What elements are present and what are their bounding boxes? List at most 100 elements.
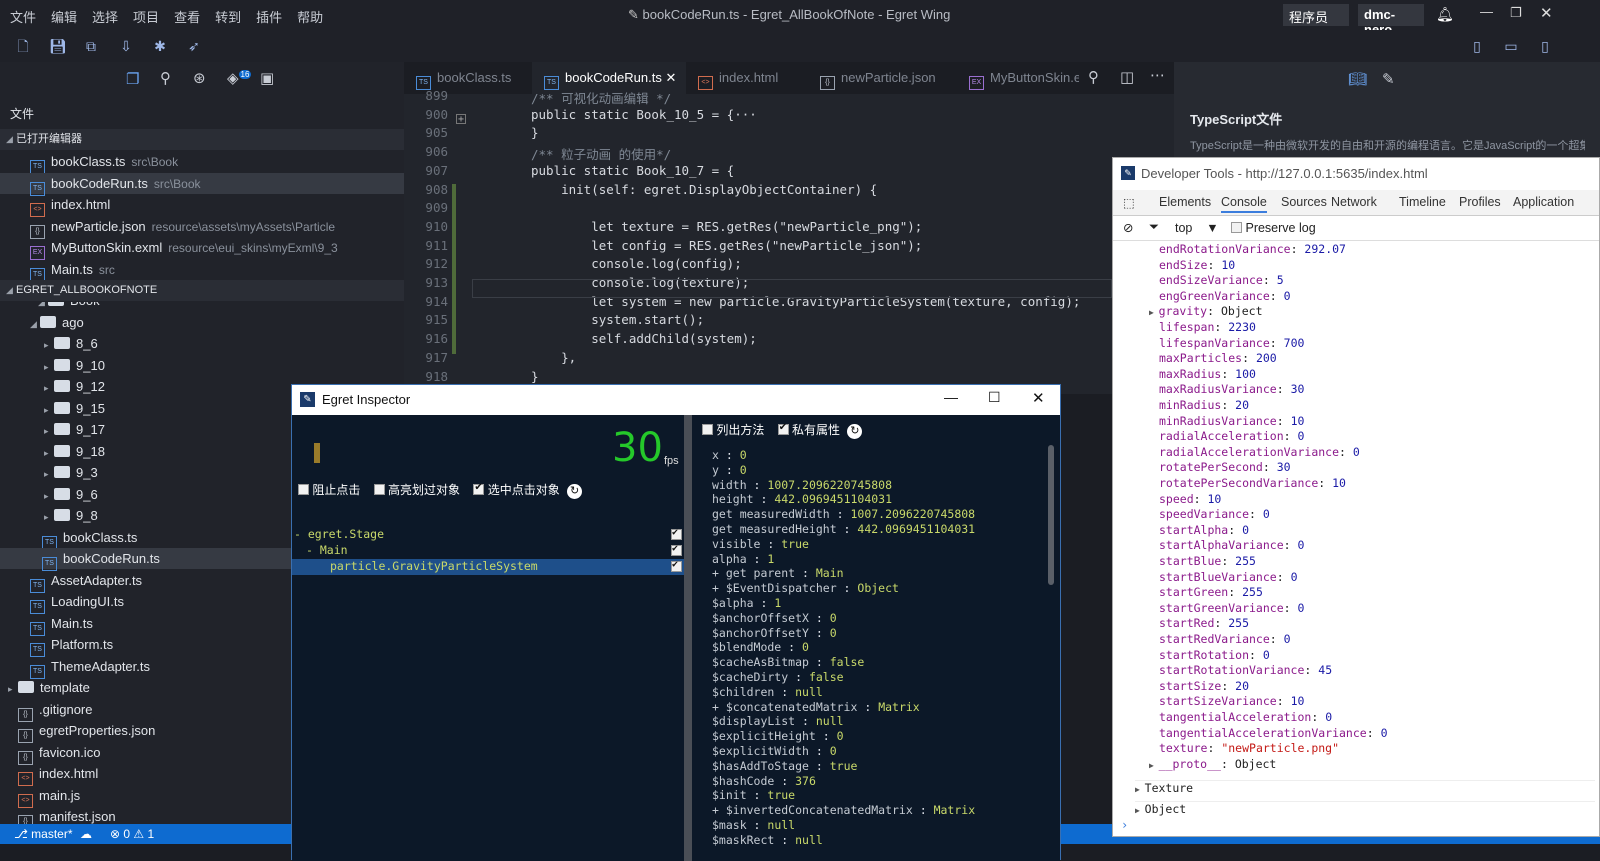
restore-icon[interactable]: ❐ xyxy=(1510,5,1522,21)
property-row[interactable]: height : 442.0969451104031 xyxy=(712,492,892,506)
expand-icon[interactable]: ▶ xyxy=(1149,308,1159,317)
property-row[interactable]: $anchorOffsetX : 0 xyxy=(712,611,837,625)
console-entry[interactable]: ▶ Object xyxy=(1135,800,1595,816)
clear-icon[interactable]: ⊘ xyxy=(1123,220,1133,235)
user-button[interactable]: dmc-nero xyxy=(1358,4,1424,37)
close-icon[interactable]: ✕ xyxy=(1540,4,1553,22)
property-row[interactable]: visible : true xyxy=(712,537,809,551)
console-property[interactable]: maxParticles: 200 xyxy=(1159,351,1277,365)
console-property[interactable]: lifespanVariance: 700 xyxy=(1159,336,1304,350)
debug-view-icon[interactable]: ▣ xyxy=(260,69,274,87)
menu-item[interactable]: 转到 xyxy=(215,7,241,26)
editor-tab[interactable]: EX MyButtonSkin.exml xyxy=(957,62,1079,94)
property-row[interactable]: alpha : 1 xyxy=(712,552,774,566)
list-methods-checkbox[interactable] xyxy=(702,424,713,435)
property-row[interactable]: $displayList : null xyxy=(712,714,844,728)
console-property[interactable]: startRotation: 0 xyxy=(1159,648,1270,662)
search-icon[interactable]: ⚲ xyxy=(160,69,171,87)
inspector-tree-node[interactable]: - egret.Stage xyxy=(292,527,684,543)
console-property[interactable]: radialAccelerationVariance: 0 xyxy=(1159,445,1360,459)
console-property[interactable]: startSizeVariance: 10 xyxy=(1159,694,1304,708)
property-row[interactable]: $hashCode : 376 xyxy=(712,774,816,788)
expand-icon[interactable]: ▶ xyxy=(1135,785,1145,794)
property-row[interactable]: $explicitWidth : 0 xyxy=(712,744,837,758)
console-property[interactable]: engGreenVariance: 0 xyxy=(1159,289,1291,303)
toggle-sidebar-icon[interactable]: ▯ xyxy=(1469,38,1485,54)
property-row[interactable]: y : 0 xyxy=(712,463,747,477)
tree-item[interactable]: ▸ 9_18 xyxy=(0,441,291,462)
splitter[interactable] xyxy=(684,415,692,861)
toggle-panel-icon[interactable]: ▭ xyxy=(1503,38,1519,54)
private-props-checkbox[interactable] xyxy=(777,422,789,435)
brush-icon[interactable]: ✎ xyxy=(1382,70,1395,88)
publish-icon[interactable]: ⇩ xyxy=(118,38,134,54)
console-entry[interactable]: ▶ Texture xyxy=(1135,780,1595,795)
git-icon[interactable]: ⊛ xyxy=(193,69,206,87)
split-editor-icon[interactable]: ◫ xyxy=(1120,68,1134,86)
console-property[interactable]: startRed: 255 xyxy=(1159,616,1249,630)
run-icon[interactable]: ➶ xyxy=(186,38,202,54)
open-editor-item[interactable]: TS bookClass.ts src\Book xyxy=(0,151,404,174)
property-row[interactable]: + $concatenatedMatrix : Matrix xyxy=(712,700,920,714)
open-editor-item[interactable]: TS Main.ts src xyxy=(0,259,404,282)
console-property[interactable]: startBlue: 255 xyxy=(1159,554,1256,568)
console-property[interactable]: texture: "newParticle.png" xyxy=(1159,741,1339,755)
tree-item[interactable]: ▸ 9_15 xyxy=(0,398,291,419)
preserve-log[interactable]: Preserve log xyxy=(1231,221,1316,235)
property-row[interactable]: $cacheDirty : false xyxy=(712,670,844,684)
console-property[interactable]: startRotationVariance: 45 xyxy=(1159,663,1332,677)
expand-icon[interactable]: ▶ xyxy=(1135,806,1145,815)
property-row[interactable]: width : 1007.2096220745808 xyxy=(712,478,892,492)
console-prompt[interactable]: › xyxy=(1121,818,1128,832)
menu-item[interactable]: 选择 xyxy=(92,7,118,26)
property-row[interactable]: $init : true xyxy=(712,788,795,802)
new-file-icon[interactable]: 🗋︎ xyxy=(15,38,31,54)
tree-item[interactable]: TS AssetAdapter.ts xyxy=(0,570,291,593)
bell-icon[interactable]: 🔔︎ xyxy=(1436,6,1454,23)
console-property[interactable]: rotatePerSecondVariance: 10 xyxy=(1159,476,1346,490)
property-row[interactable]: + get parent : Main xyxy=(712,566,844,580)
devtools-tab[interactable]: Profiles xyxy=(1459,195,1501,209)
tree-item[interactable]: ▸ 9_17 xyxy=(0,419,291,440)
console-property[interactable]: maxRadiusVariance: 30 xyxy=(1159,382,1304,396)
menu-item[interactable]: 查看 xyxy=(174,7,200,26)
fold-icon[interactable]: + xyxy=(456,114,466,125)
console-property[interactable]: ▶ gravity: Object xyxy=(1149,304,1263,318)
role-dropdown[interactable]: 程序员 ▼ xyxy=(1283,4,1349,41)
console-property[interactable]: ▶ __proto__: Object xyxy=(1149,757,1276,771)
property-row[interactable]: get measuredWidth : 1007.2096220745808 xyxy=(712,507,975,521)
branch-indicator[interactable]: ⎇ master* xyxy=(14,824,73,844)
tree-item[interactable]: TS Platform.ts xyxy=(0,634,291,657)
open-editor-item[interactable]: {} newParticle.json resource\assets\myAsse… xyxy=(0,216,404,239)
console-property[interactable]: endSize: 10 xyxy=(1159,258,1235,272)
devtools-tab[interactable]: Application xyxy=(1513,195,1574,209)
tree-item[interactable]: ◢ ago xyxy=(0,312,291,333)
property-row[interactable]: $maskRect : null xyxy=(712,833,823,847)
console-property[interactable]: startRedVariance: 0 xyxy=(1159,632,1291,646)
refresh-icon[interactable]: ↻ xyxy=(847,424,863,439)
visible-checkbox[interactable] xyxy=(671,543,682,556)
open-editor-item[interactable]: EX MyButtonSkin.exml resource\eui_skins\my… xyxy=(0,237,404,260)
property-row[interactable]: $hasAddToStage : true xyxy=(712,759,857,773)
property-row[interactable]: x : 0 xyxy=(712,448,747,462)
tree-item[interactable]: ◢Book xyxy=(0,302,291,311)
save-icon[interactable]: 💾︎ xyxy=(49,38,67,54)
tree-item[interactable]: ▸ 9_3 xyxy=(0,462,291,483)
devtools-tab[interactable]: Elements xyxy=(1159,195,1211,209)
block-click-checkbox[interactable] xyxy=(298,484,309,495)
maximize-icon[interactable]: ☐ xyxy=(988,389,1001,406)
console-property[interactable]: startGreen: 255 xyxy=(1159,585,1263,599)
filter-icon[interactable]: ⏷ xyxy=(1149,220,1159,235)
console-property[interactable]: radialAcceleration: 0 xyxy=(1159,429,1304,443)
inspector-tree-node[interactable]: - Main xyxy=(292,543,684,559)
console-property[interactable]: startSize: 20 xyxy=(1159,679,1249,693)
book-icon[interactable]: 📖︎ xyxy=(1348,70,1367,88)
devtools-tab[interactable]: Sources xyxy=(1281,195,1327,209)
devtools-tab[interactable]: Timeline xyxy=(1399,195,1446,209)
tree-item[interactable]: {} favicon.ico xyxy=(0,742,291,765)
tree-item[interactable]: TS bookClass.ts xyxy=(0,527,291,550)
tree-item[interactable]: ▸ 9_8 xyxy=(0,505,291,526)
console-property[interactable]: minRadius: 20 xyxy=(1159,398,1249,412)
property-row[interactable]: + $EventDispatcher : Object xyxy=(712,581,899,595)
tree-item[interactable]: <> index.html xyxy=(0,763,291,786)
